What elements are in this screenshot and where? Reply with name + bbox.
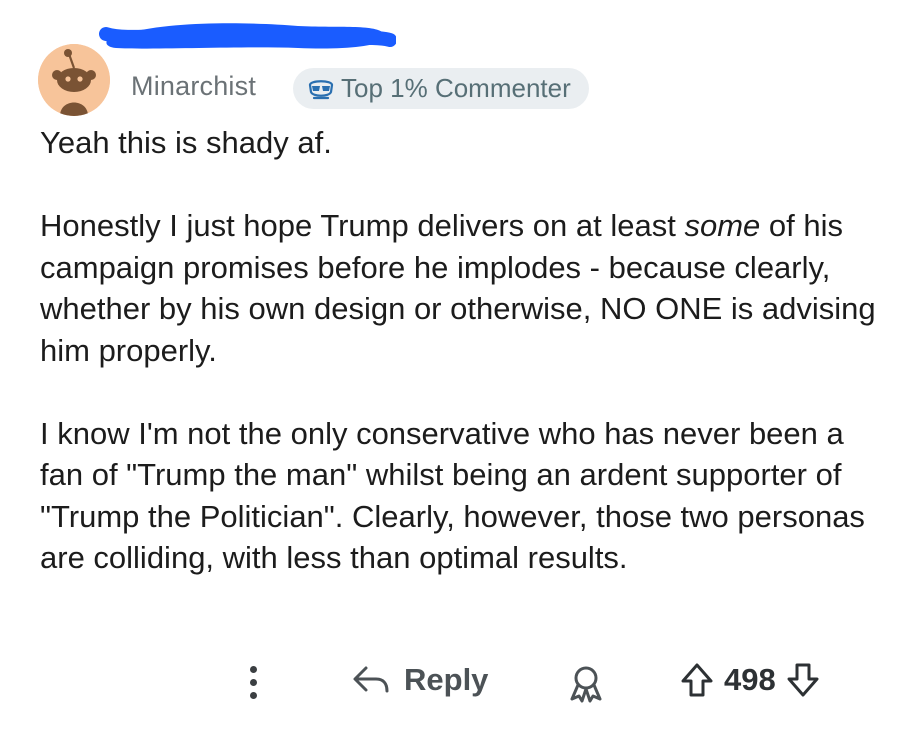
flair-label: Top 1% Commenter xyxy=(341,73,571,103)
comment-paragraph-1: Yeah this is shady af. xyxy=(40,125,332,160)
comment-action-bar: Reply 498 xyxy=(0,650,900,712)
more-options-button[interactable] xyxy=(238,660,268,704)
reply-arrow-icon xyxy=(353,666,389,693)
comment-body: Yeah this is shady af. Honestly I just h… xyxy=(40,122,880,620)
comment-paragraph-2: Honestly I just hope Trump delivers on a… xyxy=(40,205,880,371)
downvote-arrow-icon[interactable] xyxy=(786,662,820,698)
sunglasses-icon xyxy=(308,79,334,99)
comment-paragraph-3: I know I'm not the only conservative who… xyxy=(40,415,865,576)
avatar[interactable] xyxy=(38,44,110,116)
award-icon[interactable] xyxy=(565,663,607,703)
comment-screenshot: Minarchist Top 1% Commenter Yeah this is… xyxy=(0,0,900,750)
more-vertical-icon-dot xyxy=(249,691,257,699)
more-vertical-icon-dot xyxy=(249,665,257,673)
username[interactable]: Minarchist xyxy=(131,71,256,102)
paragraph-2-emphasis: some xyxy=(684,208,761,243)
redaction-scribble xyxy=(99,23,396,49)
more-vertical-icon-dot xyxy=(249,678,257,686)
reply-button[interactable]: Reply xyxy=(352,658,488,702)
vote-count: 498 xyxy=(724,662,776,697)
reply-label: Reply xyxy=(404,662,489,697)
paragraph-2-lead: Honestly I just hope Trump delivers on a… xyxy=(40,208,676,243)
snoo-avatar-icon xyxy=(38,44,110,116)
vote-controls: 498 xyxy=(680,658,820,702)
upvote-arrow-icon[interactable] xyxy=(680,662,714,698)
user-flair-badge: Top 1% Commenter xyxy=(293,68,589,109)
